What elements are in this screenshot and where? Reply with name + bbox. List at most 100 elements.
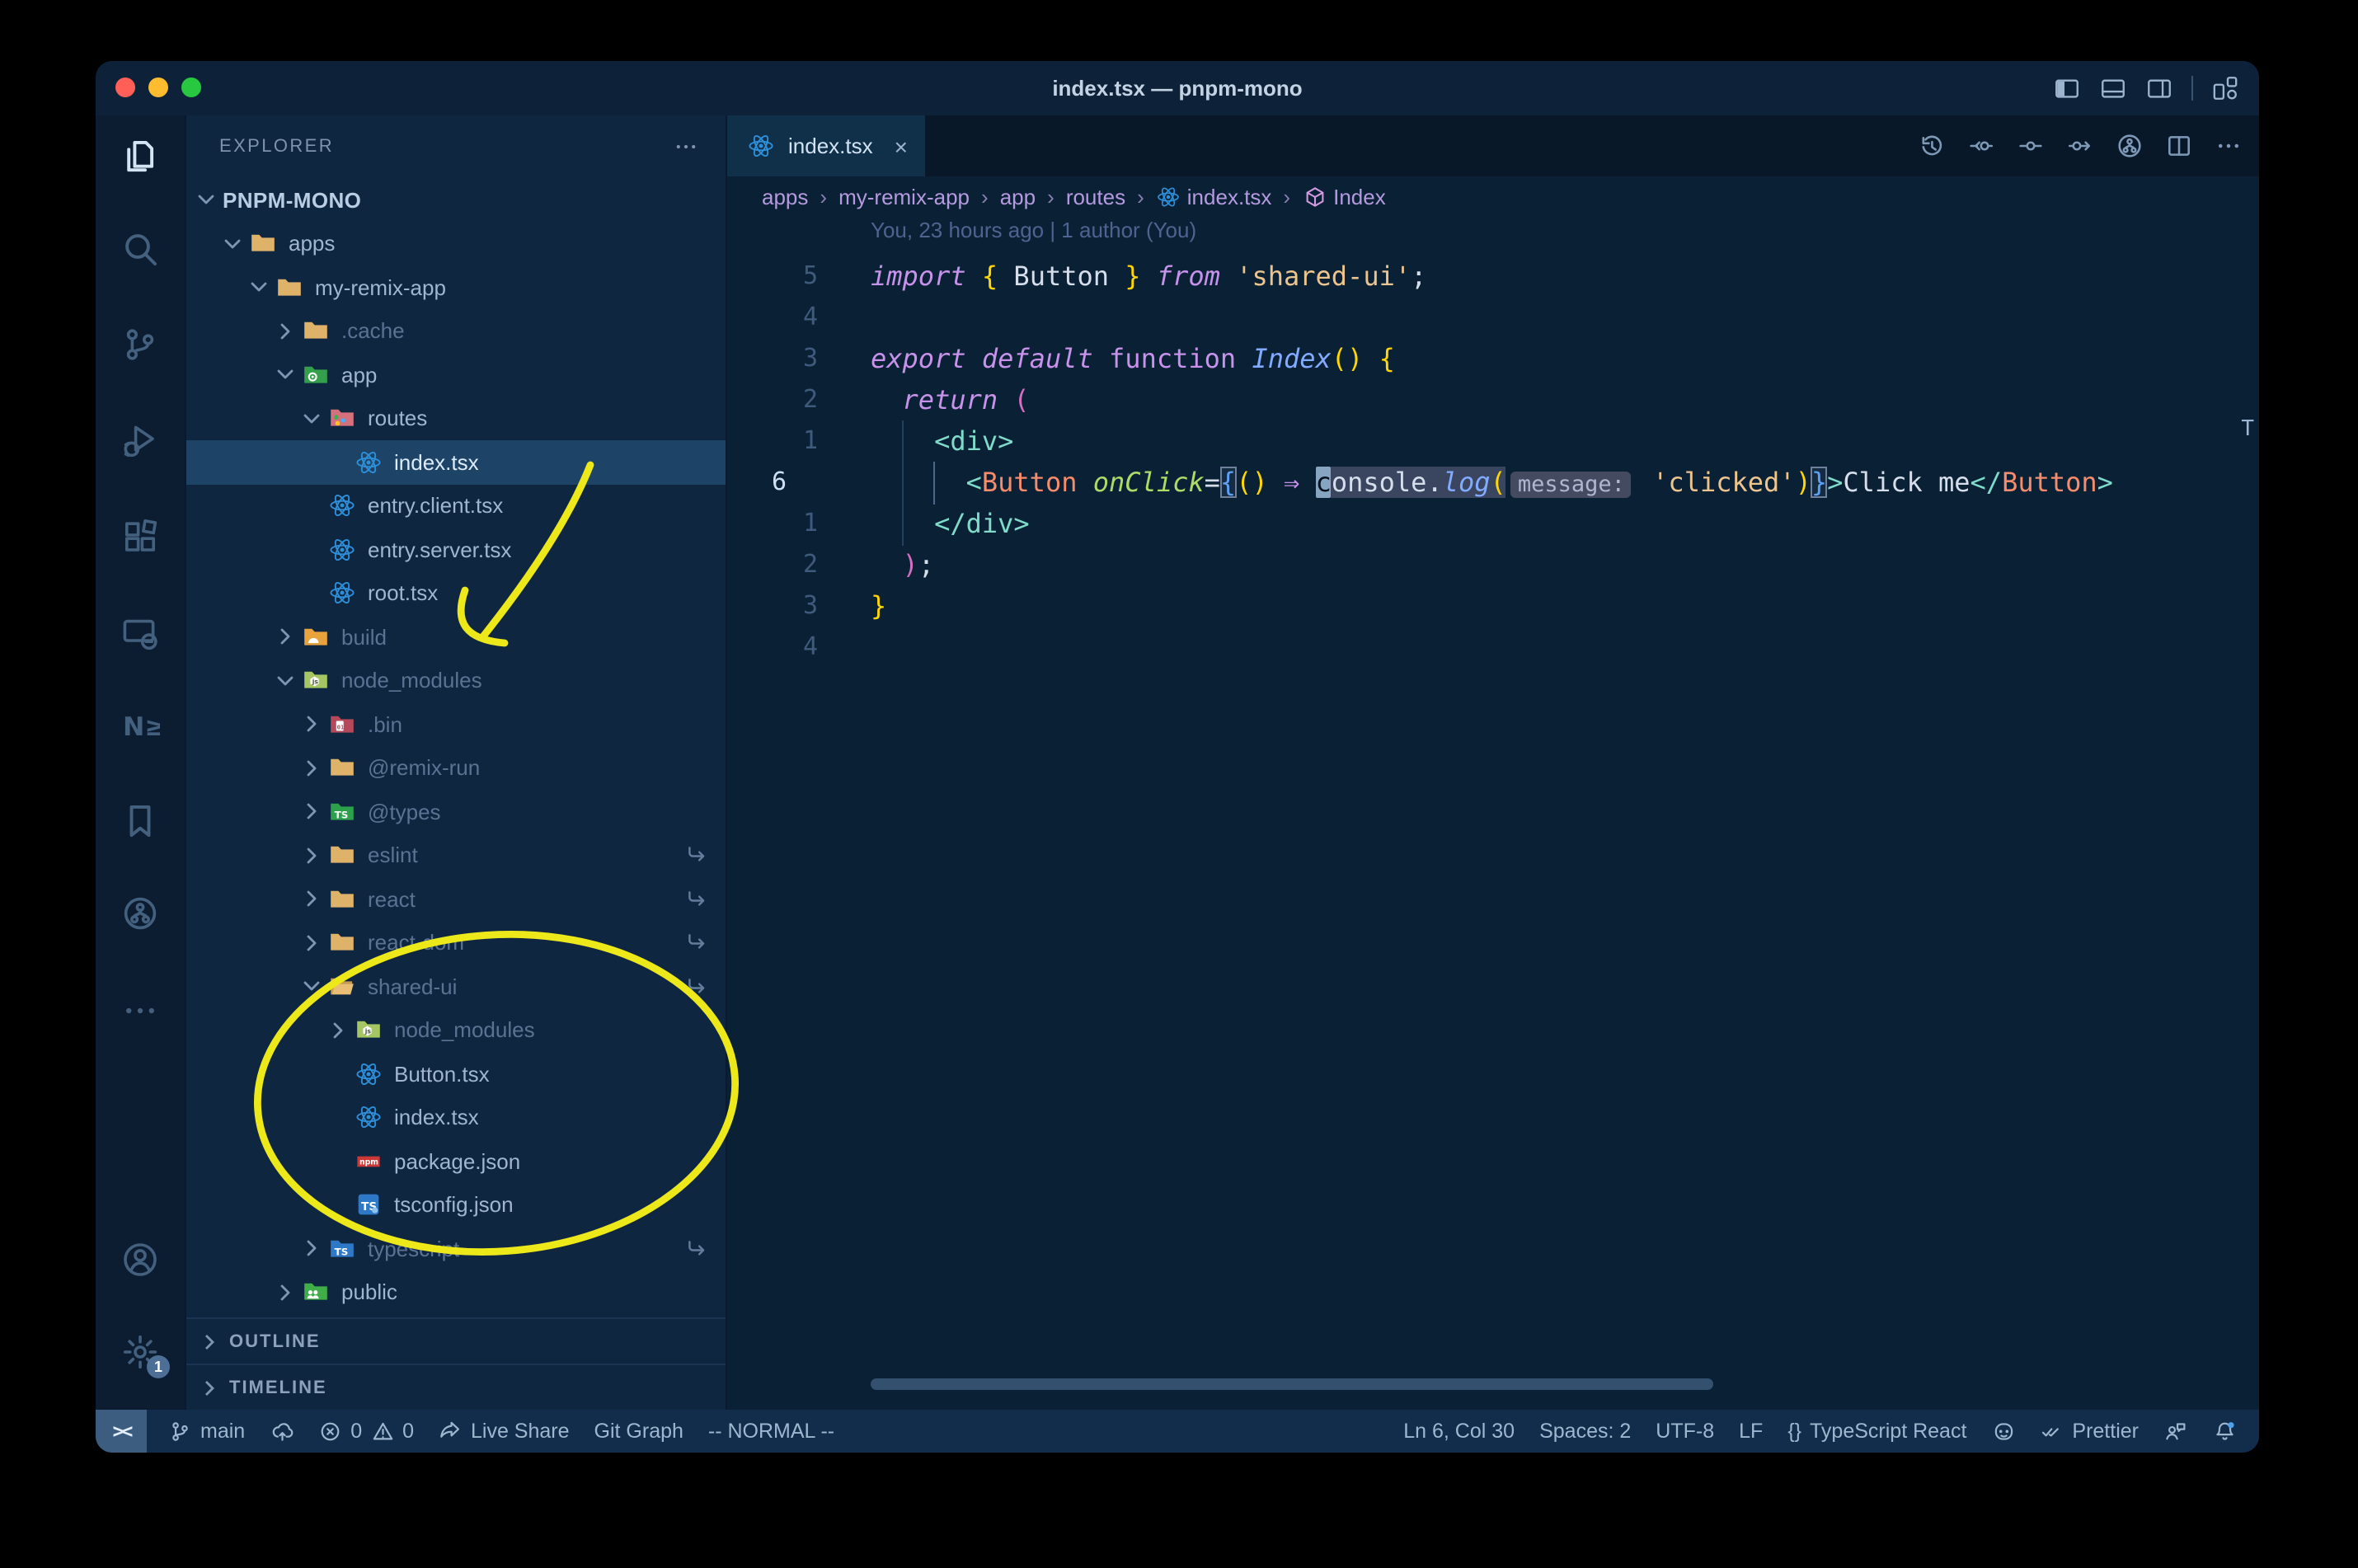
code-line[interactable]: 1 <div>: [727, 420, 2259, 462]
code-line[interactable]: 3}: [727, 585, 2259, 627]
activitybar-git-graph[interactable]: [120, 894, 160, 933]
tree-item-my-remix-app[interactable]: my-remix-app: [186, 265, 726, 309]
next-change-icon[interactable]: [2066, 132, 2094, 160]
activitybar-extensions[interactable]: [120, 518, 160, 557]
code-line[interactable]: 4: [727, 297, 2259, 338]
tree-item-Button.tsx[interactable]: Button.tsx: [186, 1052, 726, 1096]
tree-item-build[interactable]: build: [186, 615, 726, 659]
status-language-mode[interactable]: {} TypeScript React: [1787, 1410, 1966, 1453]
code-line[interactable]: 3 export default function Index() {: [727, 338, 2259, 379]
horizontal-scrollbar[interactable]: [871, 1378, 1713, 1390]
code-token: (): [1331, 343, 1364, 374]
tree-item-index.tsx[interactable]: index.tsx: [186, 440, 726, 484]
chevron-right-icon: [272, 1279, 302, 1306]
breadcrumb-index.tsx[interactable]: index.tsx: [1156, 184, 1271, 209]
status-remote-indicator[interactable]: ><: [96, 1410, 147, 1453]
close-tab-icon[interactable]: ×: [895, 133, 908, 159]
status-indentation[interactable]: Spaces: 2: [1539, 1410, 1631, 1453]
activitybar-accounts[interactable]: [120, 1240, 160, 1279]
activitybar-bookmarks[interactable]: [120, 801, 160, 841]
breadcrumb-label: routes: [1065, 184, 1126, 209]
code-line[interactable]: 4: [727, 627, 2259, 668]
tree-item-entry.server.tsx[interactable]: entry.server.tsx: [186, 528, 726, 571]
previous-change-icon[interactable]: [1967, 132, 1995, 160]
tree-item-entry.client.tsx[interactable]: entry.client.tsx: [186, 484, 726, 528]
code-editor[interactable]: You, 23 hours ago | 1 author (You) 5 impo…: [727, 216, 2259, 1410]
svg-text:01: 01: [337, 723, 345, 730]
activitybar-additional-views[interactable]: [120, 991, 160, 1030]
toggle-file-blame-icon[interactable]: [2017, 132, 2045, 160]
breadcrumb-Index[interactable]: Index: [1302, 184, 1386, 209]
activitybar-manage[interactable]: 1: [120, 1332, 170, 1378]
status-problems[interactable]: 00: [318, 1410, 414, 1453]
tree-item-PNPM-MONO[interactable]: PNPM-MONO: [186, 178, 726, 222]
tree-item-react-dom[interactable]: react-dom: [186, 921, 726, 965]
status-publish-changes[interactable]: [270, 1410, 294, 1453]
outline-section[interactable]: OUTLINE: [186, 1317, 726, 1364]
tree-item-apps[interactable]: apps: [186, 222, 726, 265]
status-encoding[interactable]: UTF-8: [1656, 1410, 1714, 1453]
toggle-panel-icon[interactable]: [2099, 74, 2127, 102]
breadcrumb-apps[interactable]: apps: [762, 184, 808, 209]
breadcrumb-routes[interactable]: routes: [1066, 184, 1125, 209]
activitybar-source-control[interactable]: [120, 325, 160, 364]
tree-item-package.json[interactable]: npm package.json: [186, 1139, 726, 1183]
tree-item-react[interactable]: react: [186, 877, 726, 921]
folder-icon: [275, 274, 305, 302]
title-bar[interactable]: index.tsx — pnpm-mono: [96, 61, 2259, 115]
tree-item-public[interactable]: public: [186, 1270, 726, 1314]
code-line[interactable]: 5 import { Button } from 'shared-ui';: [727, 256, 2259, 297]
folder-icon: [249, 230, 279, 258]
tree-item-shared-ui[interactable]: shared-ui: [186, 965, 726, 1008]
tree-item-node_modules[interactable]: js node_modules: [186, 659, 726, 702]
status-git-branch[interactable]: main: [168, 1410, 245, 1453]
status-formatter-prettier[interactable]: Prettier: [2040, 1410, 2139, 1453]
code-token: </: [1970, 467, 2003, 498]
tree-item-routes[interactable]: routes: [186, 397, 726, 440]
tree-item-.bin[interactable]: 01 .bin: [186, 702, 726, 746]
activitybar-explorer[interactable]: [120, 137, 160, 176]
status-github[interactable]: [1991, 1410, 2015, 1453]
sidebar-title: EXPLORER: [219, 136, 335, 156]
breadcrumb-my-remix-app[interactable]: my-remix-app: [838, 184, 970, 209]
split-editor-icon[interactable]: [2165, 132, 2193, 160]
tree-item-node_modules[interactable]: js node_modules: [186, 1008, 726, 1052]
code-line[interactable]: 6 <Button onClick={() ⇒ console.log(mess…: [727, 462, 2259, 503]
tree-item-eslint[interactable]: eslint: [186, 833, 726, 877]
status-vim-mode[interactable]: -- NORMAL --: [708, 1410, 834, 1453]
status-feedback[interactable]: [2163, 1410, 2187, 1453]
status-cursor-position[interactable]: Ln 6, Col 30: [1403, 1410, 1515, 1453]
status-live-share[interactable]: Live Share: [439, 1410, 570, 1453]
tree-item-label: @types: [368, 799, 441, 824]
tree-item-tsconfig.json[interactable]: TS tsconfig.json: [186, 1183, 726, 1227]
code-line[interactable]: 1 </div>: [727, 503, 2259, 544]
status-notifications[interactable]: [2212, 1410, 2236, 1453]
git-branch-actions-icon[interactable]: [2116, 132, 2144, 160]
activitybar-nx-console[interactable]: N≥: [120, 706, 167, 745]
tree-item-typescript[interactable]: TS typescript: [186, 1227, 726, 1270]
timeline-history-icon[interactable]: [1918, 132, 1946, 160]
tree-item-index.tsx[interactable]: index.tsx: [186, 1096, 726, 1139]
tree-item-@remix-run[interactable]: @remix-run: [186, 746, 726, 790]
status-eol[interactable]: LF: [1739, 1410, 1763, 1453]
customize-layout-icon[interactable]: [2211, 74, 2239, 102]
activitybar-run-and-debug[interactable]: [120, 420, 160, 460]
svg-text:N≥: N≥: [123, 712, 160, 742]
more-actions-icon[interactable]: [2215, 132, 2243, 160]
toggle-secondary-sidebar-icon[interactable]: [2145, 74, 2173, 102]
code-line[interactable]: 2 );: [727, 544, 2259, 585]
activitybar-remote-explorer[interactable]: [120, 613, 160, 653]
status-git-graph[interactable]: Git Graph: [594, 1410, 683, 1453]
activitybar-search[interactable]: [120, 229, 160, 269]
tree-item-root.tsx[interactable]: root.tsx: [186, 571, 726, 615]
tree-item-@types[interactable]: TS @types: [186, 790, 726, 833]
tree-item-.cache[interactable]: .cache: [186, 309, 726, 353]
toggle-primary-sidebar-icon[interactable]: [2053, 74, 2081, 102]
tree-item-app[interactable]: app: [186, 353, 726, 397]
views-and-more-actions-icon[interactable]: [673, 133, 699, 159]
breadcrumb-app[interactable]: app: [1000, 184, 1036, 209]
timeline-section[interactable]: TIMELINE: [186, 1364, 726, 1410]
code-line[interactable]: 2 return (: [727, 379, 2259, 420]
tab-index-tsx[interactable]: index.tsx ×: [727, 115, 924, 176]
